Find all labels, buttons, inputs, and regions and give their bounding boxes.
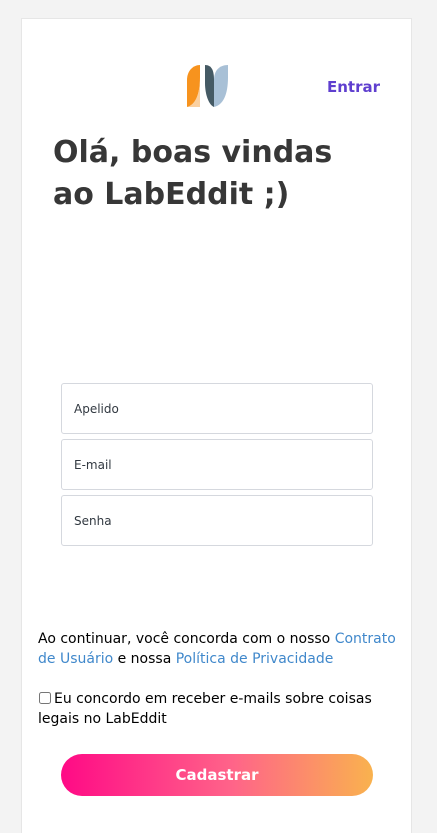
nickname-input[interactable]	[62, 384, 372, 433]
signup-button[interactable]: Cadastrar	[61, 754, 373, 796]
page-title: Olá, boas vindas ao LabEddit ;)	[53, 135, 333, 212]
privacy-policy-link[interactable]: Política de Privacidade	[176, 651, 334, 667]
email-consent[interactable]: Eu concordo em receber e-mails sobre coi…	[38, 689, 394, 729]
login-link[interactable]: Entrar	[327, 78, 380, 96]
email-consent-label: Eu concordo em receber e-mails sobre coi…	[38, 691, 372, 727]
email-field-wrapper	[61, 439, 373, 490]
signup-card: Entrar Olá, boas vindas ao LabEddit ;) A…	[21, 18, 412, 833]
labeddit-logo	[187, 65, 228, 107]
terms-text: Ao continuar, você concorda com o nosso …	[38, 629, 406, 669]
email-input[interactable]	[62, 440, 372, 489]
password-input[interactable]	[62, 496, 372, 545]
nickname-field-wrapper	[61, 383, 373, 434]
password-field-wrapper	[61, 495, 373, 546]
email-consent-checkbox[interactable]	[39, 692, 51, 704]
header: Entrar	[22, 19, 411, 139]
terms-middle: e nossa	[113, 651, 176, 667]
terms-prefix: Ao continuar, você concorda com o nosso	[38, 631, 335, 647]
